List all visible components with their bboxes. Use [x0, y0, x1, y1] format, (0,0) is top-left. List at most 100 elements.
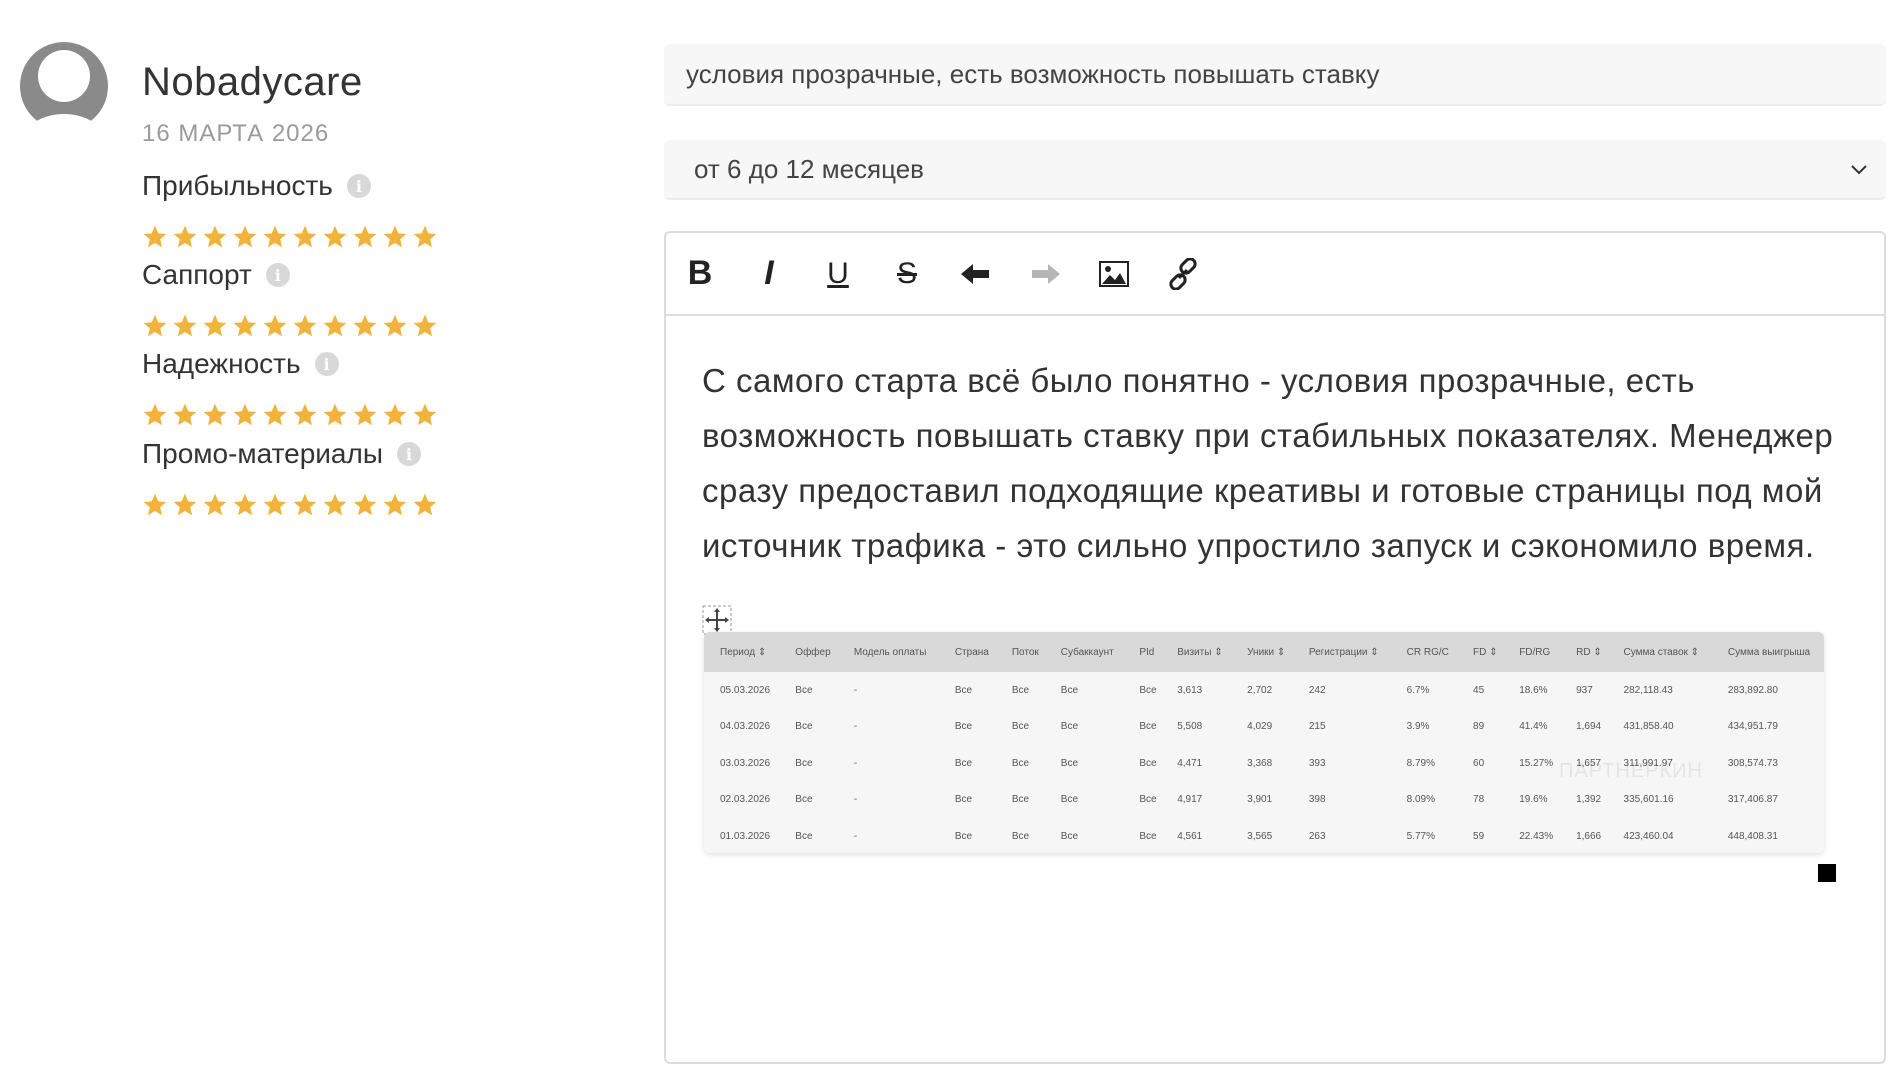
table-header-cell: Сумма ставок ⇕	[1623, 646, 1700, 658]
table-cell: 3,901	[1247, 794, 1273, 806]
info-icon[interactable]: i	[396, 442, 421, 466]
move-icon[interactable]	[702, 605, 732, 635]
table-cell: 22.43%	[1519, 830, 1554, 842]
table-row: 02.03.2026 Все - Все Все Все Все 4,917 3,901 398 8…	[704, 782, 1824, 819]
star-icon[interactable]	[412, 313, 438, 339]
star-icon[interactable]	[352, 224, 378, 250]
table-cell: 282,118.43	[1623, 684, 1673, 696]
review-editor[interactable]: B I U S С самого старта всё было понятно…	[664, 231, 1886, 1064]
star-icon[interactable]	[382, 224, 408, 250]
table-cell: 01.03.2026	[720, 830, 771, 842]
table-cell: Все	[954, 830, 973, 842]
star-icon[interactable]	[412, 224, 438, 250]
table-cell: -	[853, 757, 858, 769]
star-icon[interactable]	[172, 492, 198, 518]
star-icon[interactable]	[172, 224, 198, 250]
table-cell: Все	[1011, 794, 1030, 806]
title-input[interactable]: условия прозрачные, есть возможность пов…	[664, 44, 1886, 106]
underline-button[interactable]: U	[820, 256, 856, 292]
table-header-cell: Регистрации ⇕	[1308, 646, 1379, 658]
rating-block: Прибыльность i	[142, 170, 438, 250]
table-cell: 3,368	[1247, 757, 1273, 769]
table-cell: 1,666	[1576, 830, 1602, 842]
star-icon[interactable]	[262, 402, 288, 428]
star-rating[interactable]	[142, 224, 438, 250]
insert-link-button[interactable]	[1165, 256, 1201, 292]
table-header-cell: Страна	[954, 646, 989, 658]
table-cell: 45	[1473, 684, 1485, 696]
table-cell: Все	[954, 721, 973, 733]
table-header-cell: Визиты ⇕	[1177, 646, 1223, 658]
editor-content[interactable]: С самого старта всё было понятно - услов…	[702, 353, 1852, 573]
redo-button[interactable]	[1027, 256, 1063, 292]
star-icon[interactable]	[322, 224, 348, 250]
star-icon[interactable]	[412, 402, 438, 428]
star-icon[interactable]	[142, 224, 168, 250]
star-icon[interactable]	[382, 402, 408, 428]
embedded-table-image[interactable]: Период ⇕ Оффер Модель оплаты Страна Поток Суб…	[704, 632, 1824, 853]
star-rating[interactable]	[142, 402, 438, 428]
table-header-cell: RD ⇕	[1576, 646, 1602, 658]
arrow-left-icon	[961, 263, 989, 284]
star-icon[interactable]	[172, 402, 198, 428]
star-icon[interactable]	[232, 224, 258, 250]
star-icon[interactable]	[322, 402, 348, 428]
table-cell: Все	[1060, 721, 1079, 733]
table-cell: Все	[1139, 684, 1157, 696]
star-icon[interactable]	[412, 492, 438, 518]
star-icon[interactable]	[202, 224, 228, 250]
star-icon[interactable]	[382, 492, 408, 518]
table-cell: Все	[1060, 684, 1079, 696]
table-header-row: Период ⇕ Оффер Модель оплаты Страна Поток Суб…	[704, 632, 1824, 672]
star-icon[interactable]	[322, 313, 348, 339]
star-icon[interactable]	[142, 313, 168, 339]
table-cell: 89	[1473, 721, 1485, 733]
table-cell: 5.77%	[1406, 830, 1436, 842]
star-icon[interactable]	[292, 402, 318, 428]
table-row: 05.03.2026 Все - Все Все Все Все 3,613 2,702 242 6…	[704, 672, 1824, 709]
table-cell: 4,917	[1177, 794, 1203, 806]
star-icon[interactable]	[322, 492, 348, 518]
star-icon[interactable]	[142, 402, 168, 428]
star-icon[interactable]	[232, 492, 258, 518]
table-header-cell: Поток	[1011, 646, 1039, 658]
star-icon[interactable]	[142, 492, 168, 518]
star-icon[interactable]	[352, 313, 378, 339]
rating-block: Надежность i	[142, 348, 438, 428]
star-icon[interactable]	[262, 492, 288, 518]
insert-image-button[interactable]	[1096, 256, 1132, 292]
info-icon[interactable]: i	[265, 263, 290, 287]
bold-button[interactable]: B	[682, 254, 718, 292]
star-icon[interactable]	[202, 492, 228, 518]
info-icon[interactable]: i	[314, 352, 339, 376]
star-icon[interactable]	[292, 492, 318, 518]
star-icon[interactable]	[292, 224, 318, 250]
strikethrough-icon: S	[896, 256, 917, 290]
star-rating[interactable]	[142, 313, 438, 339]
undo-button[interactable]	[958, 256, 994, 292]
table-cell: 398	[1308, 794, 1326, 806]
star-icon[interactable]	[352, 402, 378, 428]
table-header-cell: Сумма выигрыша	[1727, 646, 1811, 658]
table-cell: 04.03.2026	[720, 721, 771, 733]
strikethrough-button[interactable]: S	[889, 256, 925, 292]
star-icon[interactable]	[352, 492, 378, 518]
star-icon[interactable]	[202, 313, 228, 339]
star-icon[interactable]	[232, 402, 258, 428]
star-icon[interactable]	[262, 224, 288, 250]
review-date: 16 МАРТА 2026	[142, 120, 330, 147]
star-rating[interactable]	[142, 492, 438, 518]
table-row: 04.03.2026 Все - Все Все Все Все 5,508 4,029 215 3…	[704, 709, 1824, 746]
period-select[interactable]: от 6 до 12 месяцев	[664, 140, 1886, 200]
star-icon[interactable]	[232, 313, 258, 339]
star-icon[interactable]	[382, 313, 408, 339]
star-icon[interactable]	[172, 313, 198, 339]
resize-handle[interactable]	[1818, 864, 1836, 882]
star-icon[interactable]	[292, 313, 318, 339]
info-icon[interactable]: i	[346, 174, 371, 198]
star-icon[interactable]	[262, 313, 288, 339]
italic-button[interactable]: I	[751, 254, 787, 292]
star-icon[interactable]	[202, 402, 228, 428]
table-cell: 03.03.2026	[720, 757, 771, 769]
table-header-cell: FD ⇕	[1473, 646, 1498, 658]
